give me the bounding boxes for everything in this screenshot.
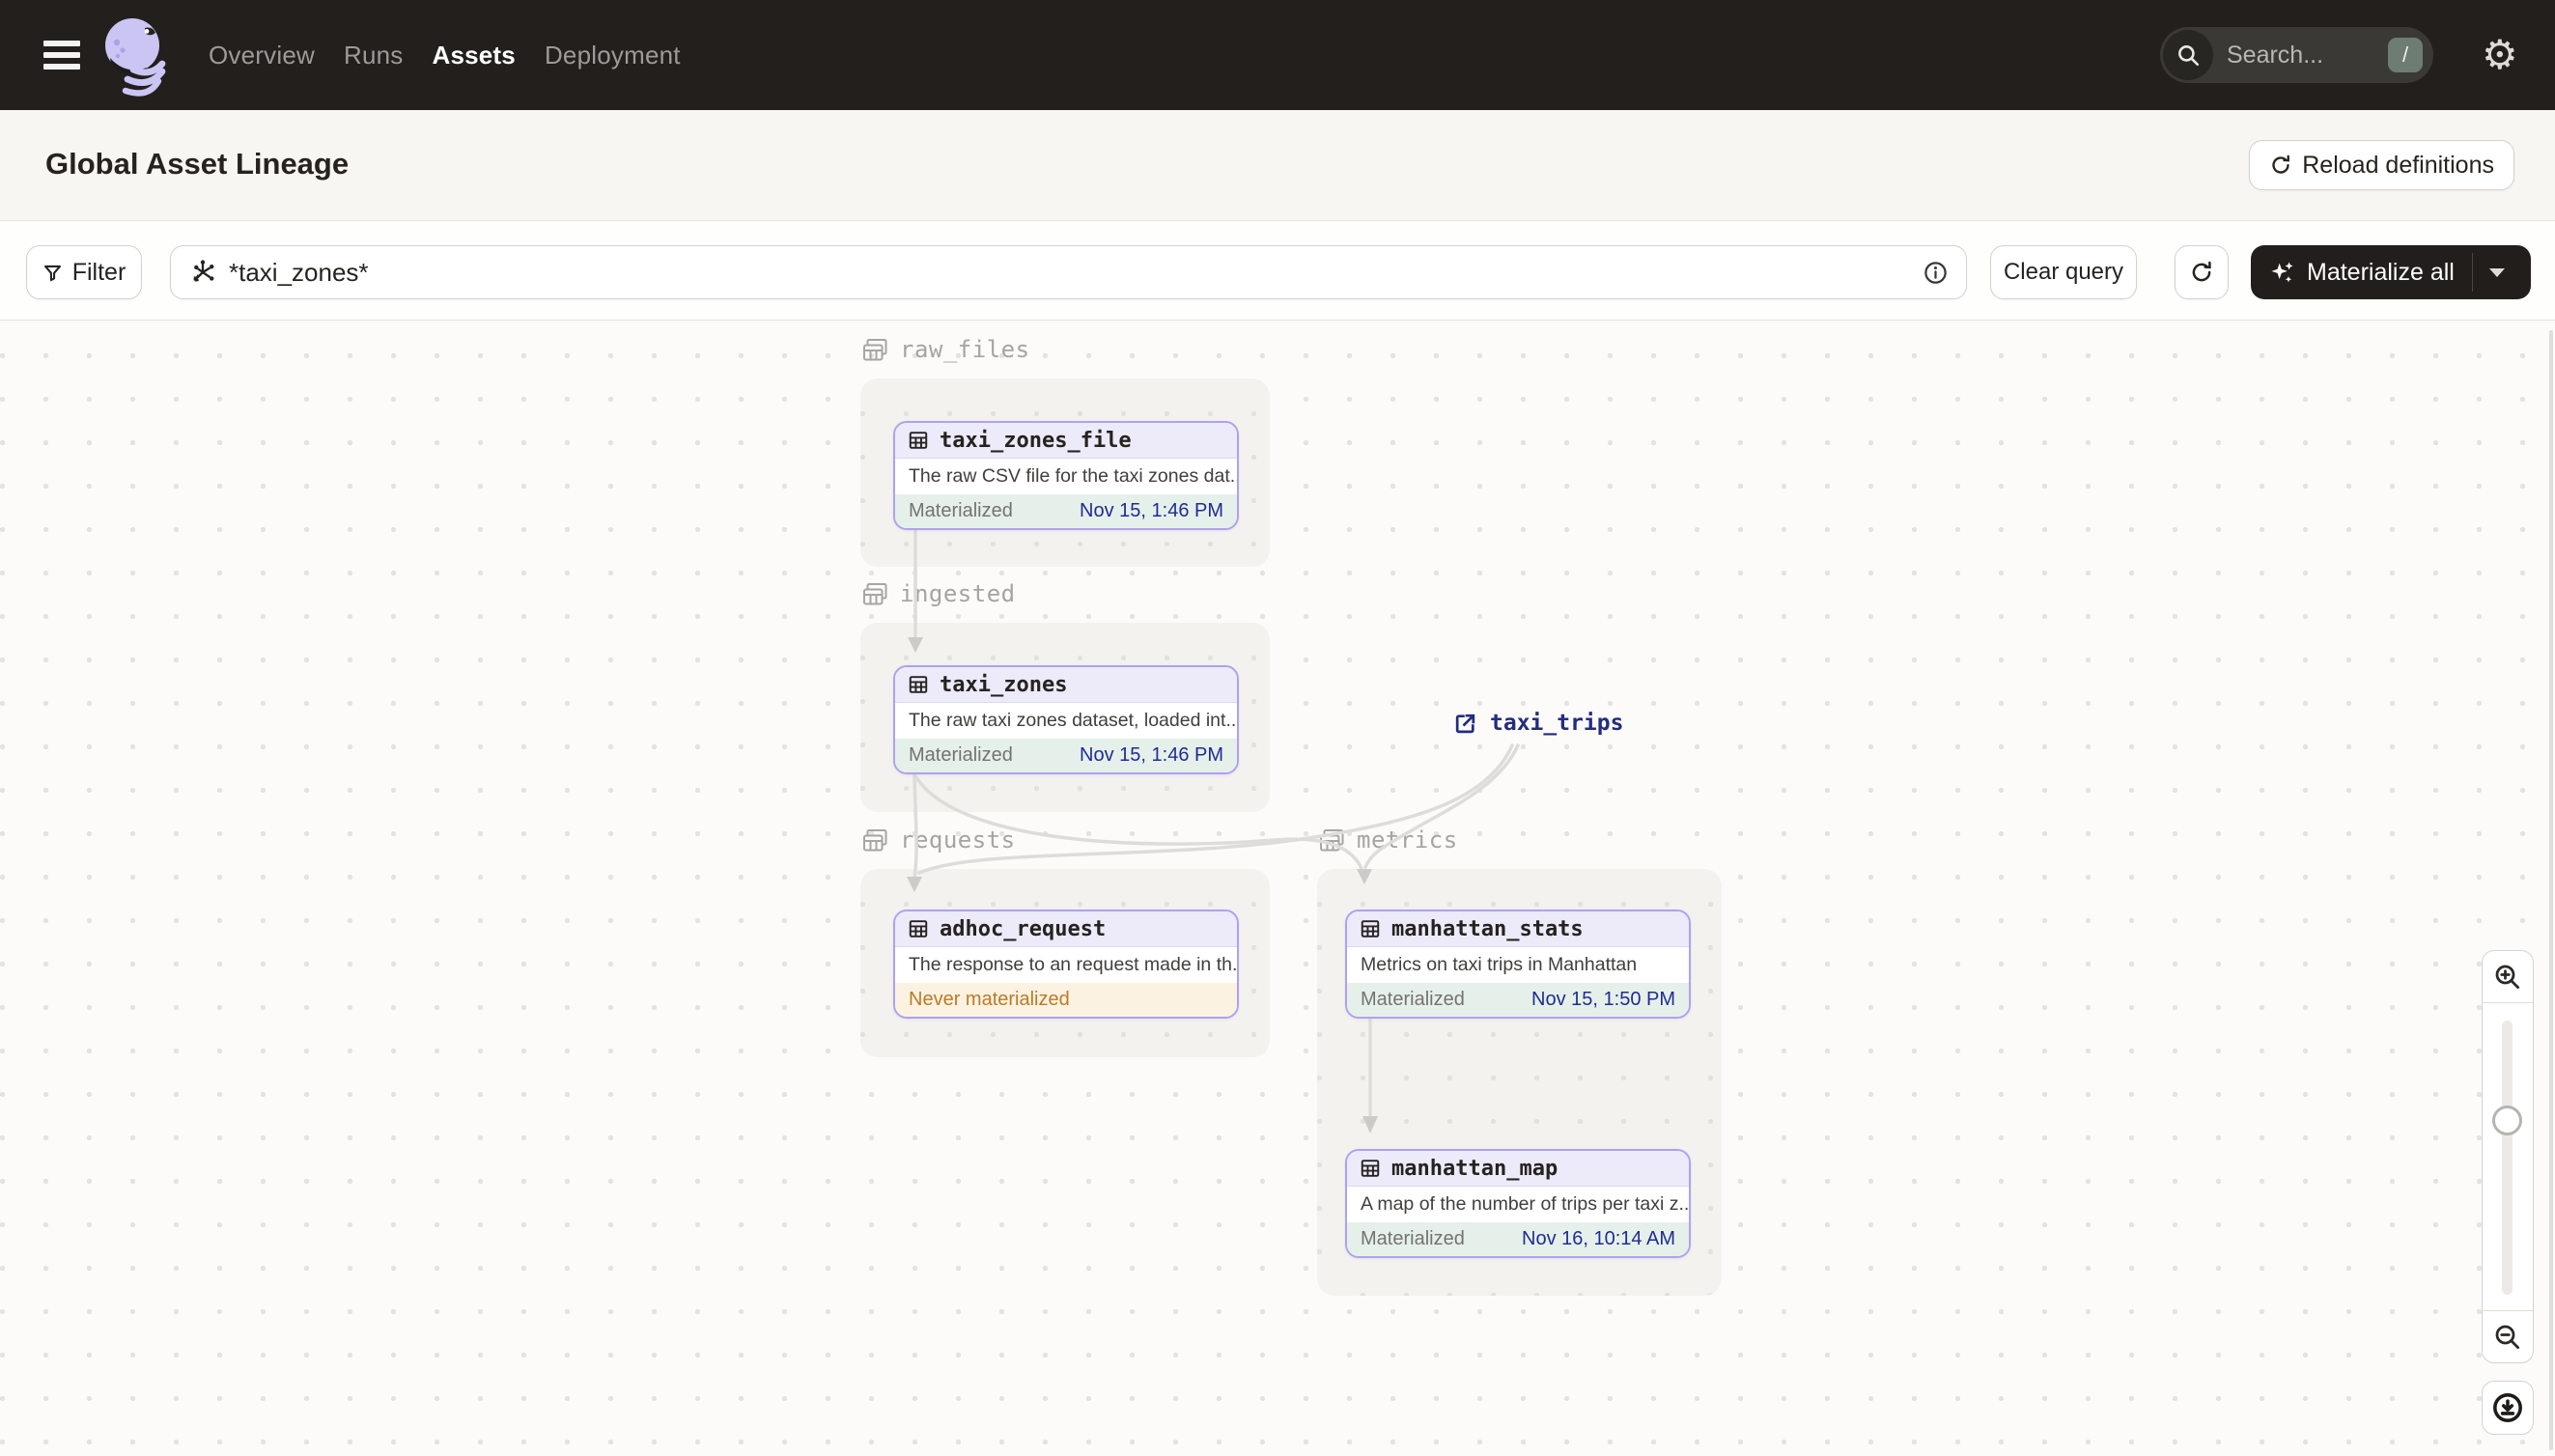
group-label-ingested: ingested (862, 580, 1016, 607)
sparkle-icon (2271, 262, 2293, 283)
status-label: Materialized (1361, 1228, 1465, 1249)
asset-node-adhoc-request[interactable]: adhoc_request The response to an request… (893, 910, 1239, 1019)
settings-gear-icon[interactable]: ⚙ (2482, 29, 2518, 81)
group-label-raw-files: raw_files (862, 336, 1030, 363)
search-icon (2163, 30, 2213, 80)
top-nav: Overview Runs Assets Deployment / ⚙ (0, 0, 2555, 110)
table-icon (909, 920, 928, 938)
group-label-metrics: metrics (1319, 826, 1458, 854)
nav-tab-assets[interactable]: Assets (432, 41, 515, 70)
asset-name: taxi_zones (940, 672, 1068, 697)
filter-funnel-icon (43, 265, 61, 281)
search-input[interactable] (2227, 41, 2362, 70)
asset-description: The raw CSV file for the taxi zones dat.… (909, 465, 1237, 487)
refresh-button[interactable] (2175, 245, 2229, 299)
download-icon (2493, 1393, 2522, 1422)
table-group-icon (863, 582, 887, 604)
materialization-timestamp[interactable]: Nov 15, 1:46 PM (1080, 500, 1223, 522)
asset-status-row: Materialized Nov 15, 1:50 PM (1347, 983, 1689, 1017)
status-label: Never materialized (909, 989, 1070, 1010)
asset-node-taxi-zones-file[interactable]: taxi_zones_file The raw CSV file for the… (893, 421, 1239, 530)
asset-status-row: Materialized Nov 16, 10:14 AM (1347, 1222, 1689, 1256)
external-link-icon (1455, 714, 1475, 733)
asset-node-manhattan-stats[interactable]: manhattan_stats Metrics on taxi trips in… (1345, 910, 1691, 1019)
materialize-all-button[interactable]: Materialize all (2251, 245, 2531, 299)
asset-name: taxi_zones_file (940, 428, 1132, 453)
materialization-timestamp[interactable]: Nov 15, 1:50 PM (1531, 989, 1675, 1011)
asset-name: manhattan_stats (1391, 916, 1584, 941)
reload-definitions-button[interactable]: Reload definitions (2249, 140, 2514, 190)
materialization-timestamp[interactable]: Nov 15, 1:46 PM (1080, 744, 1223, 767)
asset-status-row: Materialized Nov 15, 1:46 PM (895, 494, 1237, 528)
group-label-requests: requests (862, 826, 1016, 854)
external-asset-taxi-trips[interactable]: taxi_trips (1453, 711, 1623, 736)
asset-name: adhoc_request (940, 916, 1107, 941)
status-label: Materialized (909, 744, 1013, 766)
lineage-toolbar: Filter Clear query (0, 222, 2555, 321)
asset-query-input[interactable] (229, 257, 1911, 288)
zoom-out-button[interactable] (2483, 1310, 2533, 1362)
status-label: Materialized (909, 500, 1013, 521)
zoom-slider-thumb[interactable] (2492, 1106, 2522, 1135)
asset-status-row: Never materialized (895, 983, 1237, 1017)
zoom-in-icon (2495, 965, 2519, 989)
table-group-icon (863, 828, 887, 851)
zoom-in-button[interactable] (2483, 951, 2533, 1003)
chevron-down-icon (2489, 267, 2506, 277)
canvas-scrollbar[interactable] (2549, 330, 2553, 1450)
table-group-icon (863, 338, 887, 360)
asset-description: Metrics on taxi trips in Manhattan (1361, 954, 1638, 975)
download-graph-button[interactable] (2482, 1381, 2534, 1435)
nav-tabs: Overview Runs Assets Deployment (209, 0, 681, 110)
asset-status-row: Materialized Nov 15, 1:46 PM (895, 739, 1237, 772)
search-shortcut-badge: / (2388, 38, 2423, 72)
asset-query-input-box[interactable] (170, 245, 1967, 299)
clear-query-button[interactable]: Clear query (1990, 245, 2137, 299)
hamburger-menu-icon[interactable] (43, 41, 80, 70)
asset-description: A map of the number of trips per taxi z.… (1361, 1193, 1689, 1215)
status-label: Materialized (1361, 989, 1465, 1010)
asset-node-taxi-zones[interactable]: taxi_zones The raw taxi zones dataset, l… (893, 665, 1239, 774)
lineage-query-icon (193, 260, 214, 282)
materialize-dropdown-toggle[interactable] (2473, 245, 2522, 299)
page-title: Global Asset Lineage (45, 147, 350, 181)
table-icon (1361, 1160, 1380, 1177)
refresh-icon (2192, 261, 2211, 282)
asset-node-manhattan-map[interactable]: manhattan_map A map of the number of tri… (1345, 1149, 1691, 1258)
nav-tab-runs[interactable]: Runs (344, 41, 404, 70)
query-info-icon[interactable] (1923, 260, 1949, 286)
table-icon (909, 676, 928, 693)
lineage-canvas[interactable]: raw_files ingested requests metrics taxi… (0, 321, 2555, 1456)
materialization-timestamp[interactable]: Nov 16, 10:14 AM (1522, 1228, 1675, 1250)
global-search[interactable]: / (2160, 27, 2433, 83)
zoom-slider-track[interactable] (2502, 1021, 2513, 1295)
asset-description: The raw taxi zones dataset, loaded int..… (909, 710, 1237, 731)
reload-icon (2272, 154, 2290, 174)
nav-tab-overview[interactable]: Overview (209, 41, 315, 70)
table-icon (909, 432, 928, 449)
asset-name: manhattan_map (1391, 1156, 1558, 1181)
asset-description: The response to an request made in th... (909, 954, 1237, 975)
zoom-control-panel (2482, 950, 2534, 1363)
page-header: Global Asset Lineage Reload definitions (0, 110, 2555, 221)
nav-tab-deployment[interactable]: Deployment (545, 41, 681, 70)
zoom-out-icon (2495, 1325, 2519, 1349)
lineage-edges (907, 528, 1520, 1134)
filter-button[interactable]: Filter (26, 245, 142, 299)
table-group-icon (1320, 828, 1344, 851)
table-icon (1361, 920, 1380, 938)
dagster-logo[interactable] (100, 15, 174, 100)
